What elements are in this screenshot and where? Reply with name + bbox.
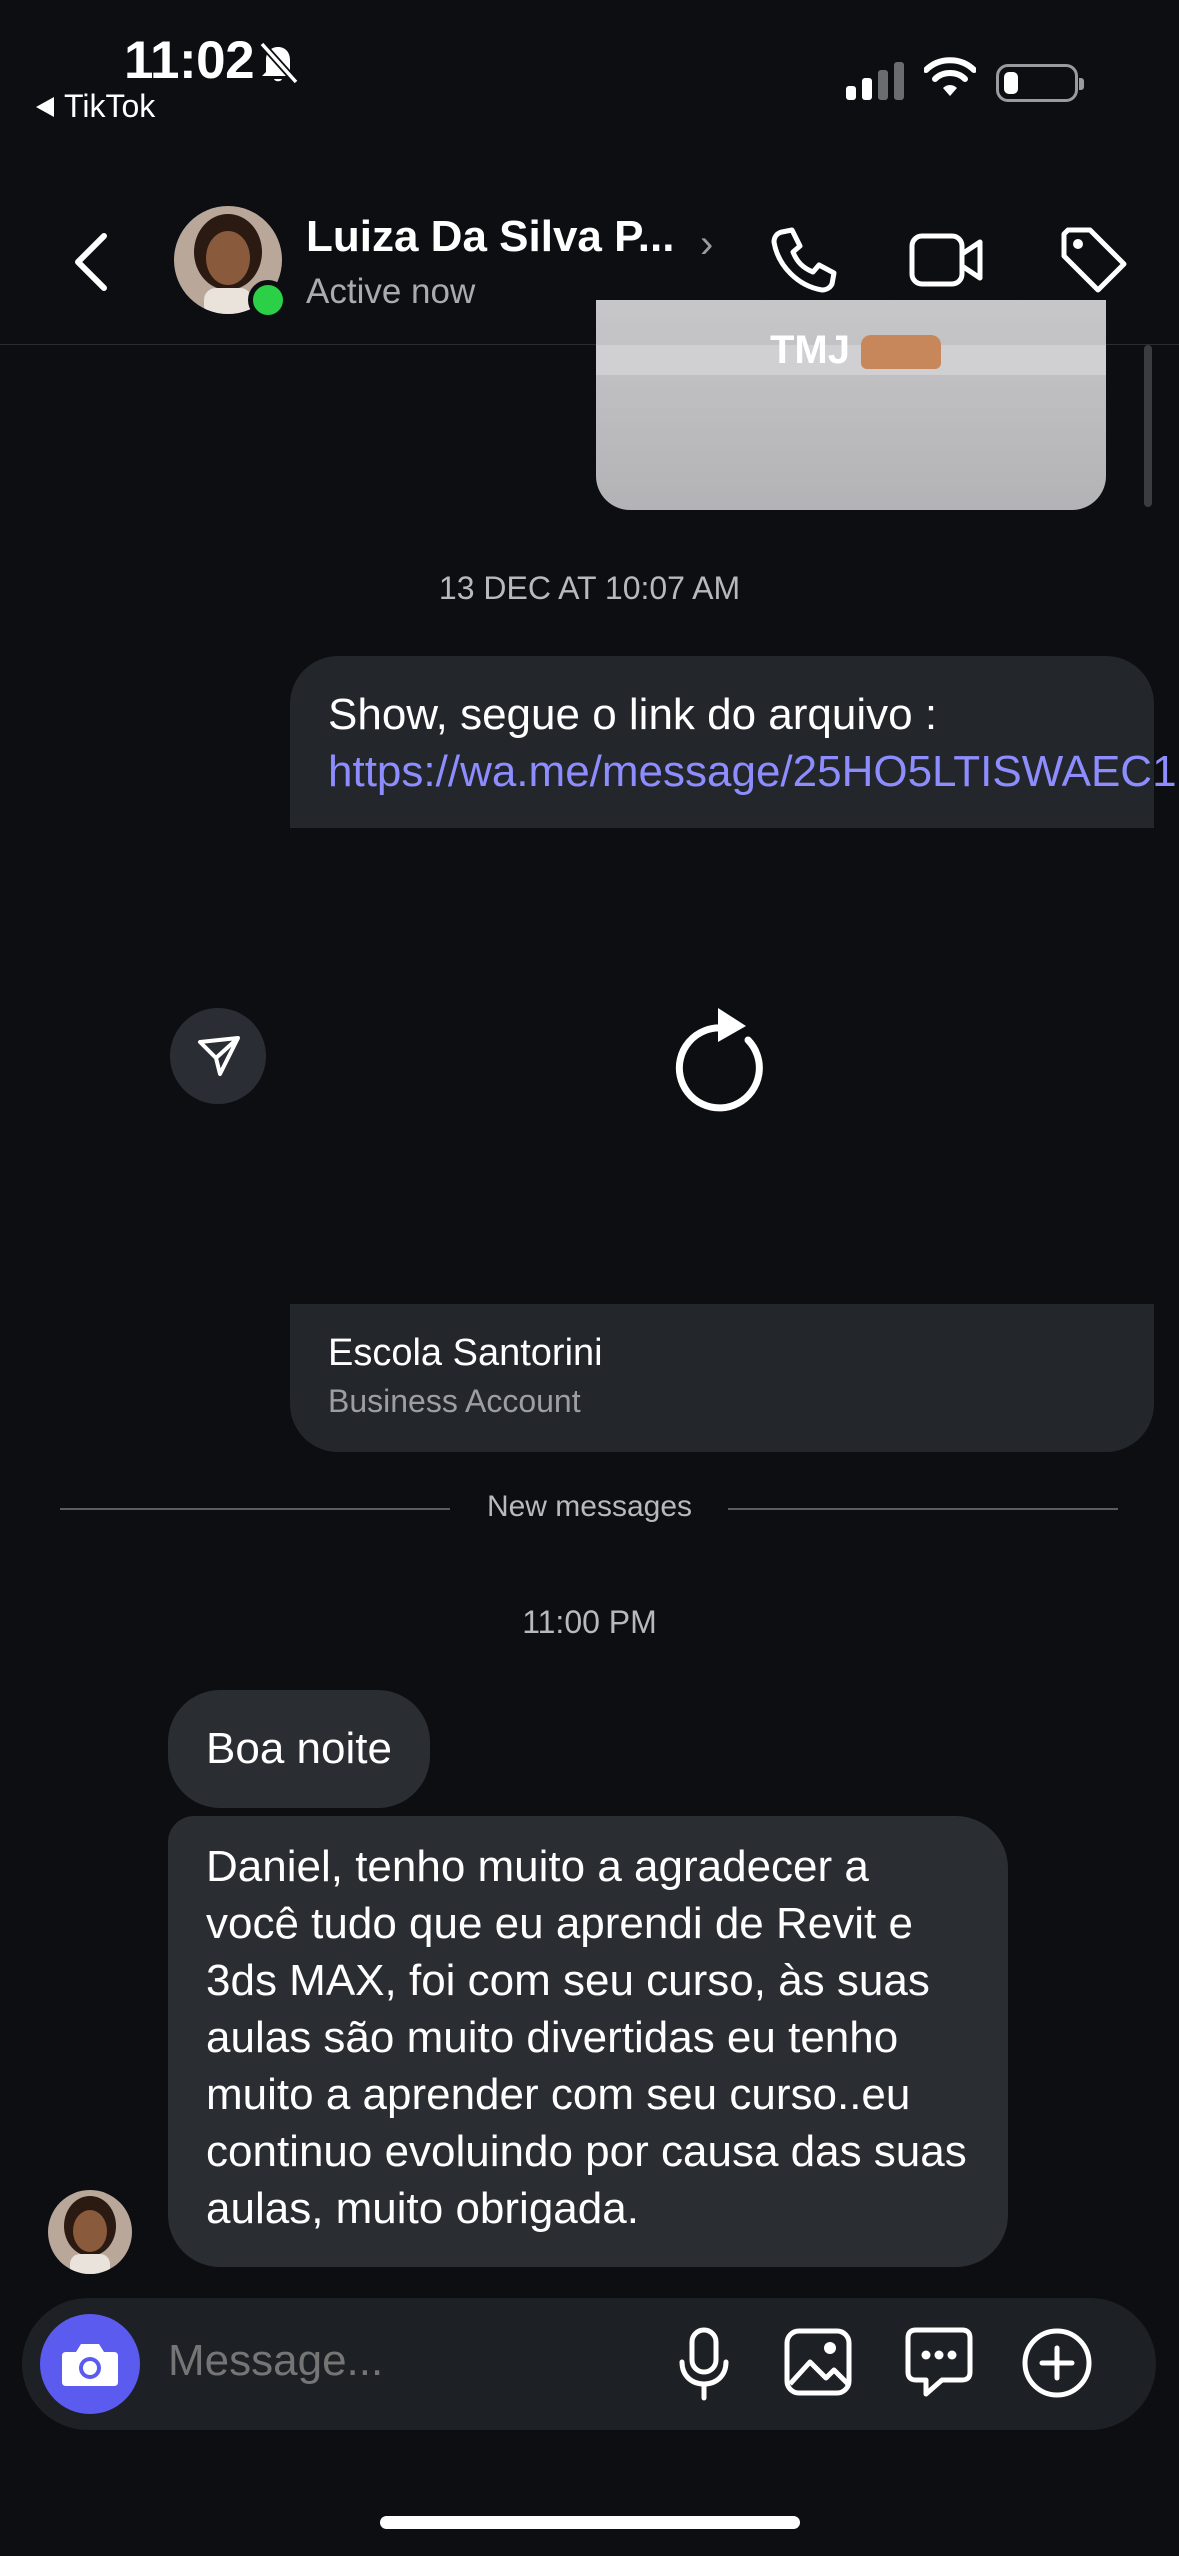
camera-icon xyxy=(62,2344,118,2386)
home-indicator[interactable] xyxy=(380,2516,800,2529)
back-triangle-icon xyxy=(36,96,54,117)
back-app-label: TikTok xyxy=(64,88,156,124)
sender-avatar[interactable] xyxy=(48,2190,132,2274)
camera-button[interactable] xyxy=(40,2314,140,2414)
link-preview-subtitle: Business Account xyxy=(328,1383,581,1419)
plus-circle-icon[interactable] xyxy=(1020,2326,1094,2400)
wifi-icon xyxy=(924,57,976,96)
chat-icon[interactable] xyxy=(902,2324,976,2400)
refresh-icon[interactable] xyxy=(666,1000,778,1120)
message-input[interactable] xyxy=(168,2336,568,2386)
received-message-text: Boa noite xyxy=(206,1724,392,1773)
status-time: 11:02 xyxy=(124,31,255,90)
online-indicator xyxy=(248,280,288,320)
link-preview-title: Escola Santorini xyxy=(328,1332,603,1374)
send-icon xyxy=(198,1036,240,1076)
scrollbar[interactable] xyxy=(1144,345,1152,507)
contact-status: Active now xyxy=(306,272,476,311)
back-chevron-icon[interactable] xyxy=(70,230,114,294)
phone-icon[interactable] xyxy=(768,224,840,296)
signal-icon xyxy=(846,62,904,100)
new-messages-label: New messages xyxy=(486,1490,693,1523)
timestamp: 13 DEC AT 10:07 AM xyxy=(438,570,741,606)
received-message-text: Daniel, tenho muito a agradecer a você t… xyxy=(206,1842,967,2233)
received-message-bubble[interactable]: Daniel, tenho muito a agradecer a você t… xyxy=(168,1816,1008,2267)
share-button[interactable] xyxy=(170,1008,266,1104)
sent-message-link[interactable]: https://wa.me/message/25HO5LTISWAEC1 xyxy=(328,747,1177,796)
sent-message-text: Show, segue o link do arquivo : xyxy=(328,690,938,739)
back-to-app-link[interactable]: TikTok xyxy=(36,88,155,125)
microphone-icon[interactable] xyxy=(672,2326,736,2402)
link-preview-card[interactable]: Escola Santorini Business Account xyxy=(290,1304,1154,1452)
tag-icon[interactable] xyxy=(1058,224,1130,296)
bell-off-icon xyxy=(259,41,299,85)
battery-icon xyxy=(996,64,1084,102)
contact-name[interactable]: Luiza Da Silva P... xyxy=(306,212,674,262)
timestamp: 11:00 PM xyxy=(522,1604,657,1640)
flexed-biceps-emoji xyxy=(861,335,942,370)
chevron-right-icon[interactable]: › xyxy=(700,222,713,267)
image-icon[interactable] xyxy=(782,2326,854,2398)
sent-message-bubble[interactable]: Show, segue o link do arquivo : https://… xyxy=(290,656,1177,828)
video-icon[interactable] xyxy=(908,224,986,296)
image-caption: TMJ xyxy=(770,328,942,373)
received-message-bubble[interactable]: Boa noite xyxy=(168,1690,430,1808)
